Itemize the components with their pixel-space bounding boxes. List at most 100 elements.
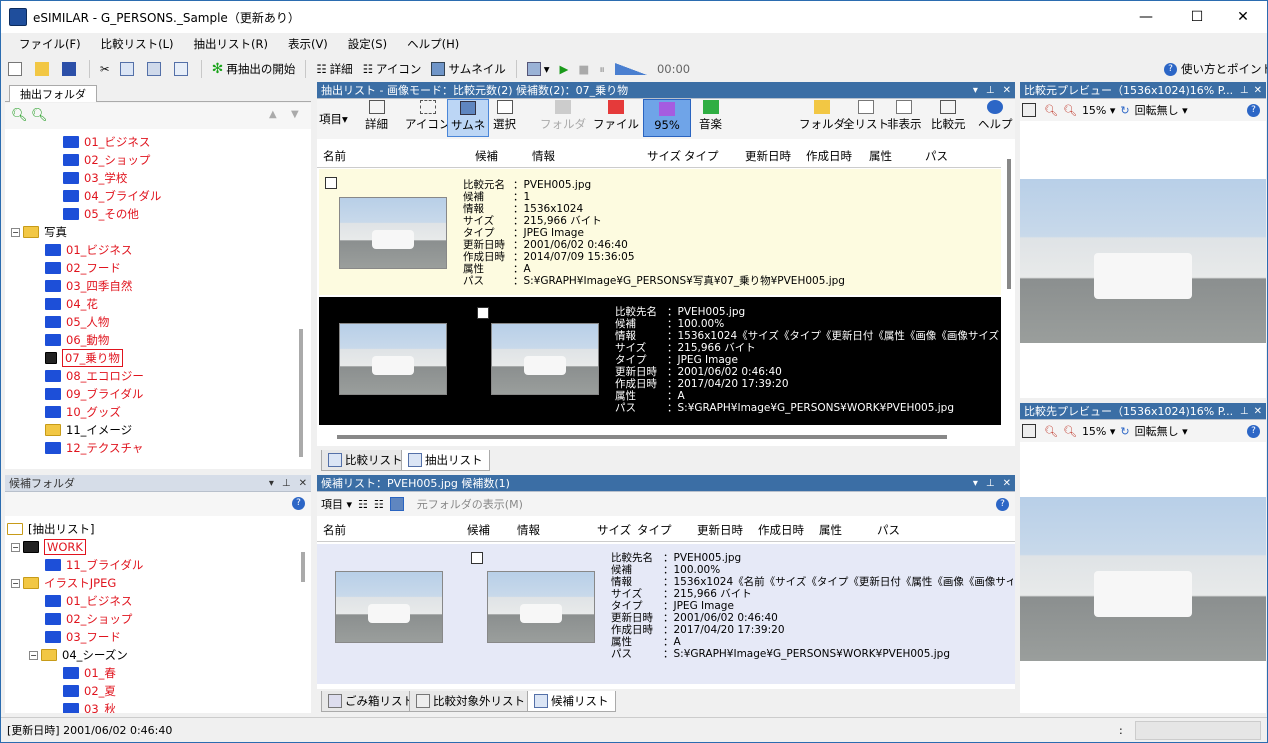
tree-item-season[interactable]: − 04_シーズン — [29, 646, 128, 664]
open-folder-icon[interactable] — [32, 59, 55, 79]
fit-icon[interactable] — [1022, 103, 1036, 117]
dropdown-icon[interactable]: ▾ — [973, 478, 978, 489]
tree-item[interactable]: 03_秋 — [63, 700, 116, 713]
zoom-dropdown[interactable]: 95% — [643, 99, 691, 137]
detail-view-button[interactable]: ☷ 詳細 — [313, 59, 355, 79]
menu-compare-list[interactable]: 比較リスト(L) — [91, 36, 184, 52]
icon-button[interactable]: アイコン — [405, 100, 450, 132]
volume-slider[interactable] — [612, 59, 650, 79]
add-search-icon[interactable]: 🔍︎ — [11, 108, 28, 123]
column-candidate[interactable]: 候補 — [467, 522, 490, 538]
column-path[interactable]: パス — [925, 148, 948, 164]
candidate-row-selected[interactable]: 比較先名 候補 情報 サイズ タイプ 更新日時 作成日時 属性 パス ：PVEH… — [319, 297, 1001, 425]
menu-settings[interactable]: 設定(S) — [338, 36, 397, 52]
tree-item-selected[interactable]: 07_乗り物 — [45, 349, 123, 367]
column-candidate[interactable]: 候補 — [475, 148, 498, 164]
tab-candidate-list[interactable]: 候補リスト — [527, 691, 616, 712]
collapse-icon[interactable]: − — [11, 227, 20, 237]
source-row[interactable]: 比較元名 候補 情報 サイズ タイプ 更新日時 作成日時 属性 パス ：PVEH… — [319, 169, 1001, 295]
tab-compare-list[interactable]: 比較リスト — [321, 450, 410, 471]
pause-icon[interactable]: ⏸ — [596, 59, 608, 79]
close-icon[interactable]: ✕ — [1254, 406, 1262, 417]
column-type[interactable]: タイプ — [684, 148, 719, 164]
menu-file[interactable]: ファイル(F) — [9, 36, 91, 52]
tab-excluded-list[interactable]: 比較対象外リスト — [409, 691, 532, 712]
pin-icon[interactable]: ⊥ — [1240, 406, 1249, 417]
move-up-icon[interactable]: ▲ — [269, 109, 277, 120]
column-info[interactable]: 情報 — [532, 148, 555, 164]
help-icon[interactable]: ? — [1247, 424, 1260, 438]
column-name[interactable]: 名前 — [323, 148, 346, 164]
column-attr[interactable]: 属性 — [869, 148, 892, 164]
column-modified[interactable]: 更新日時 — [745, 148, 791, 164]
tree-item[interactable]: 11_ブライダル — [45, 556, 143, 574]
detail-button[interactable]: 詳細 — [365, 100, 388, 132]
tree-item[interactable]: 01_ビジネス — [63, 133, 150, 151]
close-icon[interactable]: ✕ — [1254, 85, 1262, 96]
save-icon[interactable] — [59, 59, 82, 79]
cut-icon[interactable]: ✂ — [97, 59, 113, 79]
rotate-dropdown[interactable]: 回転無し ▾ — [1135, 423, 1188, 439]
column-size[interactable]: サイズ — [647, 148, 681, 164]
thumbnail-icon[interactable] — [389, 497, 404, 511]
column-attr[interactable]: 属性 — [819, 522, 842, 538]
thumbnail-button-active[interactable]: サムネ — [447, 99, 490, 137]
icon-grid-icon[interactable]: ☷ — [374, 498, 384, 511]
tree-item[interactable]: 02_フード — [45, 259, 121, 277]
row-checkbox[interactable] — [325, 177, 337, 189]
thumbnail-view-button[interactable]: サムネイル — [428, 59, 508, 79]
menu-extract-list[interactable]: 抽出リスト(R) — [183, 36, 277, 52]
layout-dropdown[interactable]: ▾ — [524, 59, 553, 79]
tree-item[interactable]: 03_学校 — [63, 169, 127, 187]
item-dropdown[interactable]: 項目 ▾ — [321, 496, 352, 512]
tree-item[interactable]: 12_テクスチャ — [45, 439, 143, 457]
help-icon[interactable]: ? — [996, 497, 1009, 511]
tree-item[interactable]: 02_ショップ — [45, 610, 132, 628]
tree-item[interactable]: 04_花 — [45, 295, 98, 313]
fit-icon[interactable] — [1022, 424, 1036, 438]
close-icon[interactable]: ✕ — [1003, 85, 1011, 96]
collapse-icon[interactable]: − — [11, 578, 20, 588]
item-dropdown[interactable]: 項目 ▾ — [319, 111, 348, 127]
close-icon[interactable]: ✕ — [299, 478, 307, 489]
tree-item[interactable]: 01_ビジネス — [45, 241, 132, 259]
column-name[interactable]: 名前 — [323, 522, 346, 538]
zoom-in-icon[interactable]: 🔍︎ — [1044, 425, 1058, 438]
candidate-row[interactable]: 比較先名 候補 情報 サイズ タイプ 更新日時 作成日時 属性 パス ：PVEH… — [317, 544, 1015, 684]
detail-icon[interactable]: ☷ — [358, 498, 368, 511]
column-size[interactable]: サイズ — [597, 522, 631, 538]
folder-view-button[interactable]: フォルダ — [799, 100, 845, 132]
tree-item-work[interactable]: − WORK — [11, 538, 86, 556]
all-list-button[interactable]: 全リスト — [843, 100, 889, 132]
pin-icon[interactable]: ▾ — [269, 478, 274, 489]
tree-item[interactable]: 11_イメージ — [45, 421, 132, 439]
pin-icon[interactable]: ⊥ — [986, 85, 995, 96]
file-filter-button[interactable]: ファイル — [593, 100, 639, 132]
scrollbar-thumb[interactable] — [301, 552, 305, 582]
help-icon[interactable]: ? — [292, 497, 305, 510]
collapse-icon[interactable]: − — [11, 542, 20, 552]
minimize-button[interactable]: — — [1123, 1, 1169, 33]
tree-item[interactable]: 01_ビジネス — [45, 592, 132, 610]
icon-view-button[interactable]: ☷ アイコン — [360, 59, 425, 79]
howto-button[interactable]: ? 使い方とポイント — [1161, 59, 1267, 79]
zoom-out-icon[interactable]: 🔍︎ — [1063, 104, 1077, 117]
tab-extract-list[interactable]: 抽出リスト — [401, 450, 490, 471]
tab-trash-list[interactable]: ごみ箱リスト — [321, 691, 421, 712]
select-dropdown[interactable]: 選択 — [493, 100, 516, 132]
music-filter-button[interactable]: 音楽 — [699, 100, 722, 132]
show-source-folder-button[interactable]: 元フォルダの表示(M) — [417, 496, 523, 512]
menu-view[interactable]: 表示(V) — [278, 36, 338, 52]
tree-item[interactable]: 02_夏 — [63, 682, 116, 700]
close-icon[interactable]: ✕ — [1003, 478, 1011, 489]
rotate-dropdown[interactable]: 回転無し ▾ — [1135, 102, 1188, 118]
tree-item-photo[interactable]: − 写真 — [11, 223, 67, 241]
remove-search-icon[interactable]: 🔍︎ — [31, 108, 48, 123]
zoom-in-icon[interactable]: 🔍︎ — [1044, 104, 1058, 117]
tree-item[interactable]: 01_春 — [63, 664, 116, 682]
zoom-dropdown[interactable]: 15% ▾ — [1082, 104, 1115, 117]
dropdown-icon[interactable]: ▾ — [973, 85, 978, 96]
menu-help[interactable]: ヘルプ(H) — [397, 36, 469, 52]
pin-icon[interactable]: ⊥ — [1240, 85, 1249, 96]
source-button[interactable]: 比較元 — [931, 100, 966, 132]
